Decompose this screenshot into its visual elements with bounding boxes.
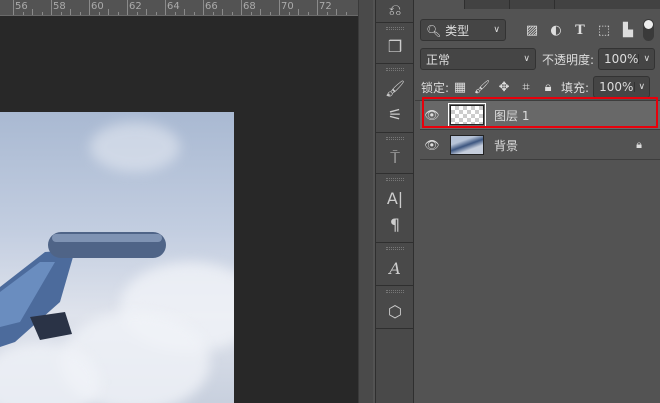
- lock-all-icon[interactable]: 🔒︎: [537, 80, 559, 95]
- ruler-label: 72: [319, 1, 332, 12]
- blend-mode-select[interactable]: 正常 ∨: [420, 48, 536, 70]
- ruler-minor-tick: [70, 9, 71, 15]
- fill-value: 100%: [599, 80, 634, 94]
- ruler-major-tick: [241, 0, 242, 15]
- ruler-minor-tick: [108, 9, 109, 15]
- smart-object-filter-icon[interactable]: ▙: [616, 23, 640, 38]
- ruler-minor-tick: [336, 9, 337, 15]
- lock-transparent-pixels-icon[interactable]: ▦: [449, 80, 471, 95]
- tab-paths[interactable]: [510, 0, 555, 9]
- ruler-label: 58: [53, 1, 66, 12]
- ruler-label: 56: [15, 1, 28, 12]
- filter-toggle[interactable]: [643, 19, 654, 41]
- ruler-minor-tick: [288, 12, 290, 15]
- lock-position-icon[interactable]: ✥: [493, 80, 515, 95]
- tab-layers[interactable]: [415, 0, 465, 9]
- filter-kind-select[interactable]: 🔍︎ 类型 ∨: [420, 19, 506, 41]
- adjustment-layer-filter-icon[interactable]: ◐: [544, 23, 568, 38]
- ruler-major-tick: [165, 0, 166, 15]
- lock-artboard-icon[interactable]: ⌗: [515, 80, 537, 95]
- ruler-major-tick: [127, 0, 128, 15]
- panel-tabs: [415, 0, 660, 9]
- blend-mode-value: 正常: [426, 52, 451, 67]
- lock-image-pixels-icon[interactable]: 🖌︎: [471, 80, 493, 95]
- layer-thumbnail: [450, 135, 484, 155]
- ruler-minor-tick: [307, 12, 309, 15]
- opacity-label: 不透明度:: [542, 52, 595, 67]
- ruler-major-tick: [89, 0, 90, 15]
- lock-label: 锁定:: [421, 80, 450, 95]
- visibility-eye-icon[interactable]: 👁︎: [420, 138, 444, 152]
- ruler-major-tick: [51, 0, 52, 15]
- ruler-minor-tick: [32, 9, 33, 15]
- ruler-minor-tick: [345, 12, 347, 15]
- ruler-minor-tick: [136, 12, 138, 15]
- history-icon[interactable]: ⎌: [376, 0, 414, 20]
- panel-icon-strip: ⎌ ❒ 🖌 ⚟ ⍑ A| ¶ A ⬡: [375, 0, 414, 403]
- chevron-down-icon[interactable]: ∨: [633, 82, 650, 92]
- chevron-down-icon: ∨: [523, 54, 530, 64]
- search-icon: 🔍︎: [426, 23, 442, 38]
- libraries-icon[interactable]: ❒: [376, 33, 414, 59]
- shape-layer-filter-icon[interactable]: ⬚: [592, 23, 616, 38]
- type-layer-filter-icon[interactable]: T: [568, 23, 592, 38]
- ruler-major-tick: [279, 0, 280, 15]
- glyphs-icon[interactable]: A: [376, 255, 414, 281]
- vertical-scrollbar[interactable]: [358, 0, 373, 403]
- ruler-minor-tick: [98, 12, 100, 15]
- ruler-minor-tick: [146, 9, 147, 15]
- pixel-layer-filter-icon[interactable]: ▨: [520, 23, 544, 38]
- layer-name[interactable]: 背景: [494, 137, 518, 154]
- character-icon[interactable]: A|: [376, 186, 414, 210]
- ruler-minor-tick: [222, 9, 223, 15]
- 3d-icon[interactable]: ⬡: [376, 298, 414, 324]
- ruler-label: 60: [91, 1, 104, 12]
- ruler-label: 70: [281, 1, 294, 12]
- layers-panel: 🔍︎ 类型 ∨ ▨ ◐ T ⬚ ▙ 正常 ∨ 不透明度: 100% ∨ 锁定: ▦ 🖌…: [415, 0, 660, 403]
- chevron-down-icon[interactable]: ∨: [638, 54, 654, 64]
- brush-presets-icon[interactable]: ⚟: [376, 102, 414, 126]
- lock-icon: 🔒︎: [636, 138, 642, 151]
- ruler-minor-tick: [231, 12, 233, 15]
- clone-source-icon[interactable]: ⍑: [376, 145, 414, 171]
- ruler-minor-tick: [174, 12, 176, 15]
- fill-field[interactable]: 100% ∨: [593, 76, 651, 98]
- ruler-minor-tick: [298, 9, 299, 15]
- ruler-major-tick: [317, 0, 318, 15]
- fill-label: 填充:: [561, 80, 590, 95]
- ruler-minor-tick: [117, 12, 119, 15]
- chevron-down-icon: ∨: [493, 25, 500, 35]
- ruler-minor-tick: [193, 12, 195, 15]
- ruler-major-tick: [13, 0, 14, 15]
- ruler-label: 64: [167, 1, 180, 12]
- ruler-label: 66: [205, 1, 218, 12]
- ruler-minor-tick: [79, 12, 81, 15]
- ruler-minor-tick: [22, 12, 24, 15]
- opacity-field[interactable]: 100% ∨: [598, 48, 656, 70]
- tab-channels[interactable]: [465, 0, 510, 9]
- ruler-minor-tick: [269, 12, 271, 15]
- selection-highlight-box: [422, 97, 658, 128]
- ruler-label: 62: [129, 1, 142, 12]
- ruler-minor-tick: [212, 12, 214, 15]
- ruler-major-tick: [203, 0, 204, 15]
- layer-row-background[interactable]: 👁︎ 背景 🔒︎: [420, 131, 660, 160]
- ruler-minor-tick: [41, 12, 43, 15]
- ruler-minor-tick: [260, 9, 261, 15]
- paragraph-icon[interactable]: ¶: [376, 212, 414, 236]
- filter-kind-value: 类型: [445, 23, 470, 38]
- ruler-minor-tick: [184, 9, 185, 15]
- ruler-minor-tick: [250, 12, 252, 15]
- document-canvas[interactable]: [0, 16, 358, 403]
- opacity-value: 100%: [604, 52, 639, 66]
- ruler-minor-tick: [326, 12, 328, 15]
- ruler-minor-tick: [60, 12, 62, 15]
- horizontal-ruler: 56 58 60 62 64 66 68 70 72: [0, 0, 358, 16]
- ruler-label: 68: [243, 1, 256, 12]
- brush-settings-icon[interactable]: 🖌: [376, 76, 414, 100]
- image-sky-airplane: [0, 112, 234, 403]
- ruler-minor-tick: [155, 12, 157, 15]
